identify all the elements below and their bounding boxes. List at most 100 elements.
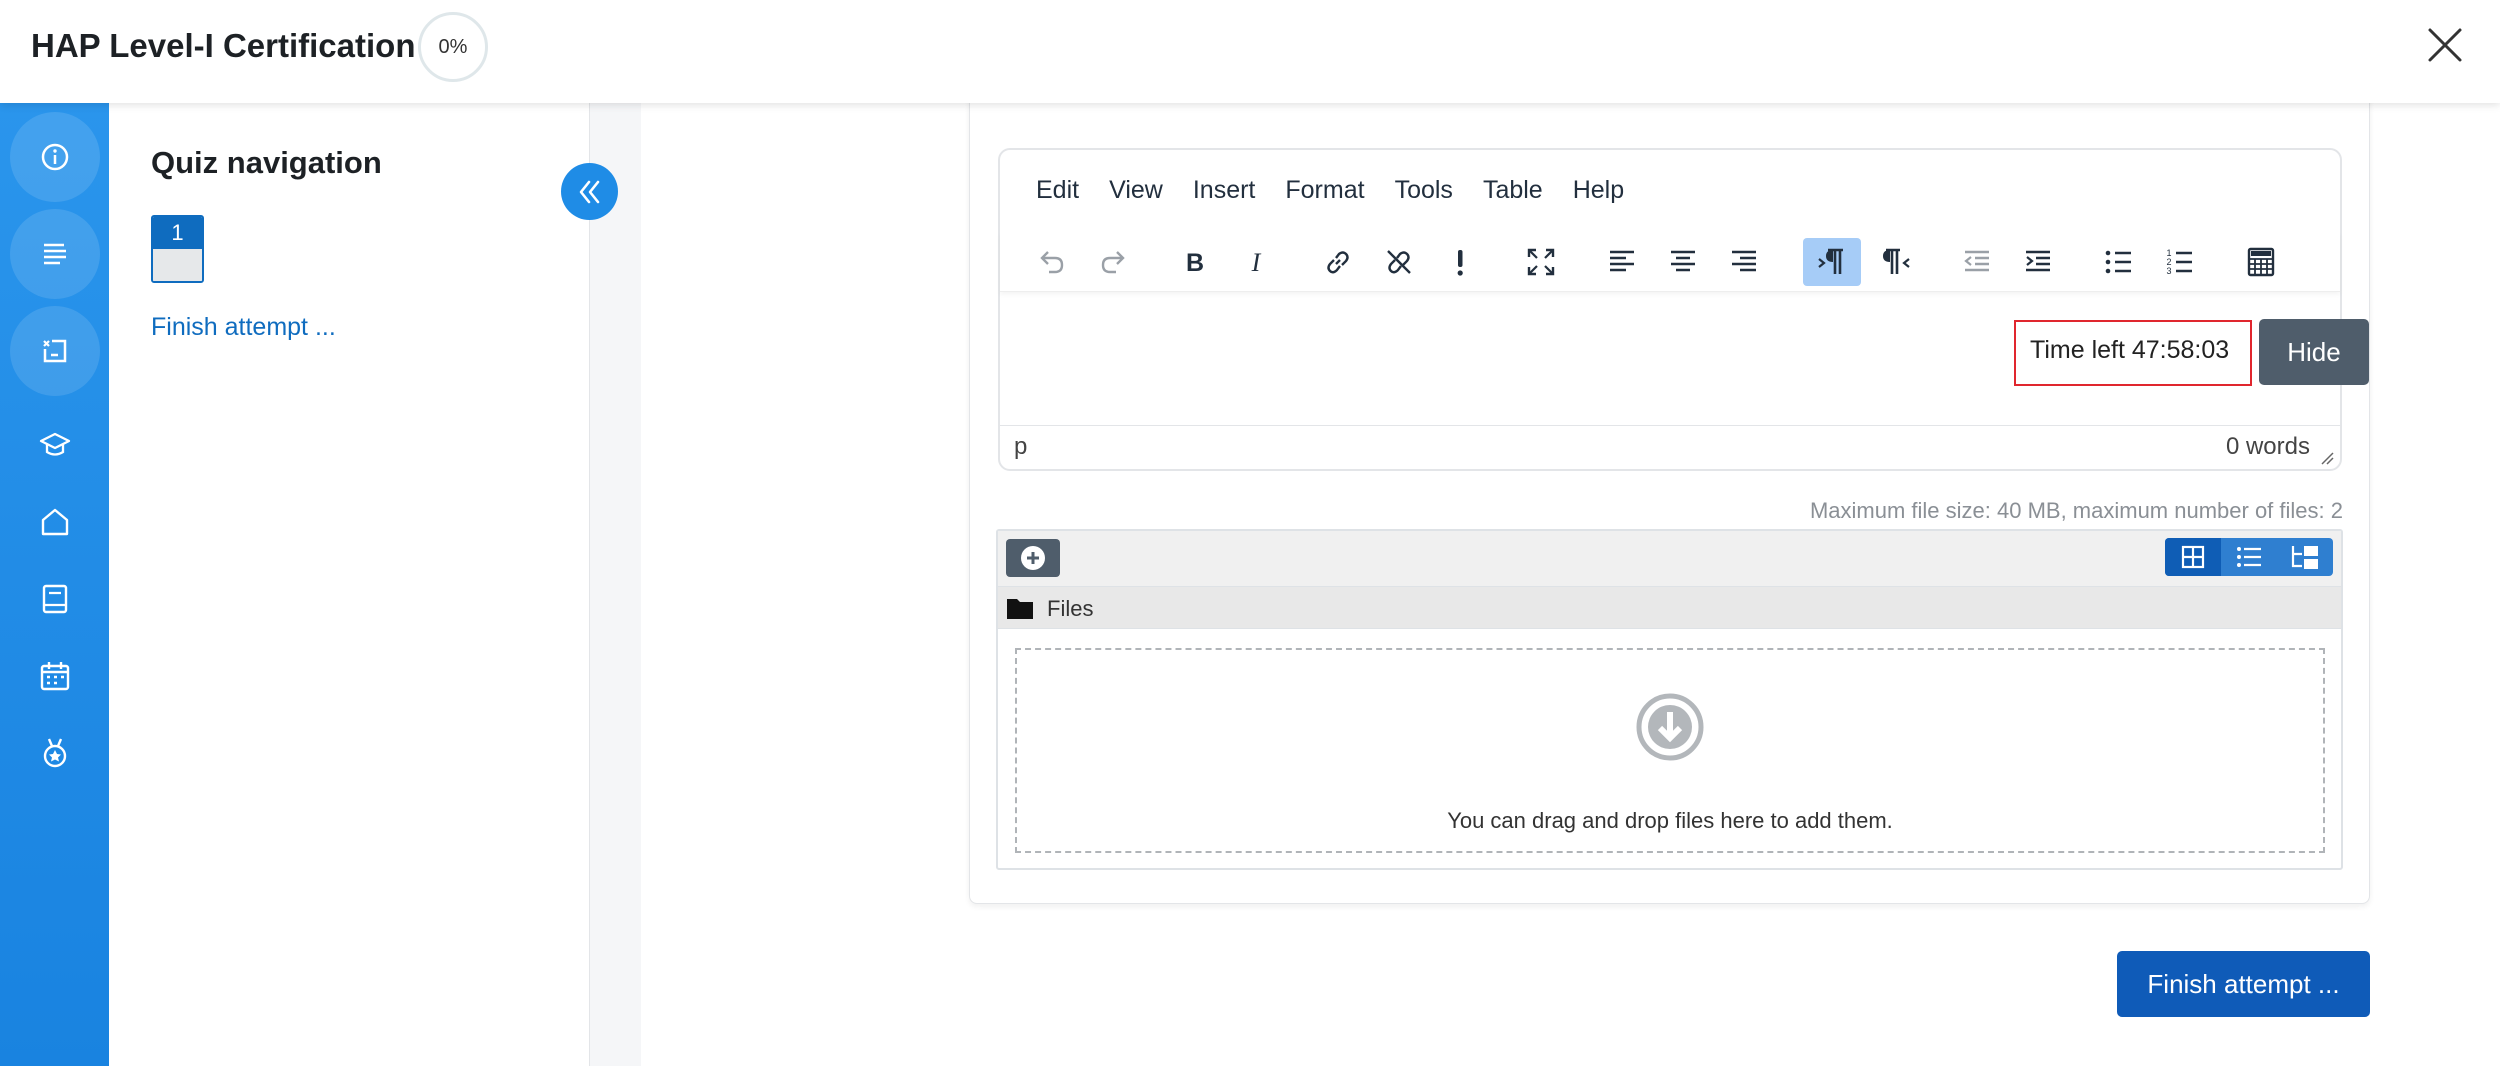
bold-button[interactable]: B bbox=[1169, 238, 1221, 286]
fullscreen-button[interactable] bbox=[1515, 238, 1567, 286]
top-header: HAP Level-I Certification 0% bbox=[0, 0, 2500, 103]
menu-format[interactable]: Format bbox=[1285, 170, 1364, 210]
link-icon bbox=[1327, 251, 1349, 274]
link-button[interactable] bbox=[1312, 238, 1364, 286]
rail-item-quiz[interactable] bbox=[10, 306, 100, 396]
bold-icon: B bbox=[1186, 249, 1204, 277]
hide-timer-button[interactable]: Hide bbox=[2259, 319, 2369, 385]
download-arrow-icon bbox=[1636, 693, 1704, 761]
close-icon bbox=[2428, 28, 2462, 62]
outdent-button[interactable] bbox=[1951, 238, 2003, 286]
indent-button[interactable] bbox=[2012, 238, 2064, 286]
finish-attempt-link[interactable]: Finish attempt ... bbox=[151, 313, 336, 342]
indent-icon bbox=[2026, 250, 2050, 272]
align-right-button[interactable] bbox=[1718, 238, 1770, 286]
exclamation-button[interactable] bbox=[1434, 238, 1486, 286]
tree-view-button[interactable] bbox=[2277, 538, 2333, 576]
exclamation-icon bbox=[1457, 250, 1463, 276]
dropzone-text: You can drag and drop files here to add … bbox=[1447, 808, 1893, 833]
fullscreen-icon bbox=[1527, 248, 1555, 276]
undo-icon bbox=[1040, 251, 1064, 274]
rich-text-editor[interactable]: Edit View Insert Format Tools Table Help… bbox=[998, 148, 2342, 471]
icon-view-button[interactable] bbox=[2165, 538, 2221, 576]
align-left-button[interactable] bbox=[1596, 238, 1648, 286]
list-view-button[interactable] bbox=[2221, 538, 2277, 576]
italic-button[interactable]: I bbox=[1230, 238, 1282, 286]
double-chevron-left-icon bbox=[579, 180, 599, 203]
folder-icon bbox=[1007, 599, 1033, 619]
book-icon bbox=[42, 584, 68, 614]
file-manager-toolbar bbox=[998, 531, 2341, 587]
path-label[interactable]: Files bbox=[1047, 596, 1093, 622]
align-left-icon bbox=[1610, 250, 1634, 272]
menu-tools[interactable]: Tools bbox=[1395, 170, 1453, 210]
course-title: HAP Level-I Certification bbox=[31, 27, 416, 64]
rail-item-info[interactable] bbox=[10, 112, 100, 202]
align-right-icon bbox=[1732, 250, 1756, 272]
question-status bbox=[153, 249, 202, 281]
question-number: 1 bbox=[153, 217, 202, 249]
ltr-icon bbox=[1818, 248, 1843, 274]
file-dropzone[interactable]: You can drag and drop files here to add … bbox=[1015, 648, 2325, 853]
file-manager: Files You can drag and drop files here t… bbox=[996, 529, 2343, 870]
calculator-icon bbox=[2247, 247, 2275, 277]
quiz-icon bbox=[43, 339, 67, 363]
svg-text:3: 3 bbox=[2166, 266, 2171, 276]
resize-handle-icon[interactable] bbox=[2320, 451, 2334, 465]
outdent-icon bbox=[1964, 250, 1989, 272]
menu-edit[interactable]: Edit bbox=[1036, 170, 1079, 210]
home-icon bbox=[41, 508, 69, 536]
editor-toolbar: B I 123 bbox=[1000, 232, 2340, 292]
numbered-list-icon: 123 bbox=[2166, 248, 2192, 276]
menu-help[interactable]: Help bbox=[1573, 170, 1624, 210]
file-limits-info: Maximum file size: 40 MB, maximum number… bbox=[1809, 498, 2343, 523]
calculator-button[interactable] bbox=[2235, 238, 2287, 286]
menu-insert[interactable]: Insert bbox=[1193, 170, 1256, 210]
bullet-list-button[interactable] bbox=[2093, 238, 2145, 286]
graduation-cap-icon bbox=[39, 432, 71, 456]
ltr-button[interactable] bbox=[1803, 238, 1861, 286]
unlink-icon bbox=[1387, 250, 1411, 274]
unlink-button[interactable] bbox=[1373, 238, 1425, 286]
grid-icon bbox=[2181, 545, 2205, 569]
rtl-button[interactable] bbox=[1870, 238, 1922, 286]
align-center-button[interactable] bbox=[1657, 238, 1709, 286]
menu-table[interactable]: Table bbox=[1483, 170, 1543, 210]
rail-item-badges[interactable] bbox=[10, 708, 100, 798]
quiz-navigation-drawer: Quiz navigation 1 Finish attempt ... bbox=[109, 103, 590, 1066]
collapse-drawer-button[interactable] bbox=[561, 163, 618, 220]
word-count[interactable]: 0 words bbox=[2226, 433, 2310, 461]
plus-circle-icon bbox=[1021, 546, 1045, 570]
left-rail bbox=[0, 103, 109, 1066]
finish-attempt-button[interactable]: Finish attempt ... bbox=[2117, 951, 2370, 1017]
rail-item-index[interactable] bbox=[10, 209, 100, 299]
svg-text:B: B bbox=[1186, 249, 1204, 277]
svg-text:I: I bbox=[1251, 248, 1262, 277]
view-switcher bbox=[2165, 538, 2333, 576]
editor-statusbar: p 0 words bbox=[1000, 425, 2340, 469]
badge-icon bbox=[43, 738, 67, 768]
undo-button[interactable] bbox=[1025, 238, 1077, 286]
calendar-icon bbox=[40, 662, 70, 691]
progress-indicator: 0% bbox=[418, 12, 488, 82]
drawer-title: Quiz navigation bbox=[151, 145, 382, 180]
bullet-list-icon bbox=[2105, 250, 2131, 274]
redo-button[interactable] bbox=[1088, 238, 1140, 286]
text-lines-icon bbox=[44, 243, 66, 265]
element-path[interactable]: p bbox=[1014, 433, 1027, 461]
add-file-button[interactable] bbox=[1006, 539, 1060, 577]
file-path-bar: Files bbox=[998, 587, 2341, 629]
italic-icon: I bbox=[1251, 248, 1262, 277]
numbered-list-button[interactable]: 123 bbox=[2154, 238, 2206, 286]
folder-tree-icon bbox=[2291, 546, 2318, 569]
menu-view[interactable]: View bbox=[1109, 170, 1163, 210]
rtl-icon bbox=[1883, 248, 1910, 274]
redo-icon bbox=[1101, 251, 1125, 274]
time-left-display: Time left 47:58:03 bbox=[2014, 320, 2252, 386]
editor-menubar: Edit View Insert Format Tools Table Help bbox=[1000, 170, 1624, 210]
info-icon bbox=[41, 143, 69, 171]
align-center-icon bbox=[1671, 250, 1695, 272]
question-nav-button-1[interactable]: 1 bbox=[151, 215, 204, 283]
list-icon bbox=[2237, 547, 2261, 567]
close-button[interactable] bbox=[2422, 22, 2468, 68]
